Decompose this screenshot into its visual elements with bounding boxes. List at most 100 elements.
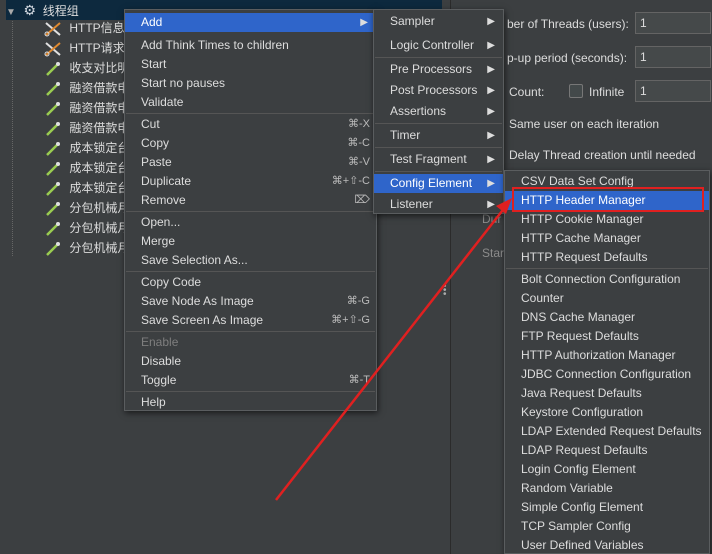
shortcut-label: ⌘-G: [346, 295, 370, 307]
menu-item-label: Save Node As Image: [141, 294, 254, 308]
pipette-icon: [46, 101, 60, 116]
menu-item-label: Pre Processors: [390, 62, 473, 76]
submenu-item-assertions[interactable]: Assertions ▶: [374, 102, 503, 121]
config-item-java-request-defaults[interactable]: Java Request Defaults: [505, 384, 709, 403]
loop-count-input[interactable]: 1: [635, 80, 711, 102]
menu-item-label: Duplicate: [141, 174, 192, 188]
tree-item[interactable]: 分包机械月: [44, 218, 129, 238]
loop-count-label: Count:: [509, 85, 545, 99]
menu-item-label: Remove: [141, 193, 186, 207]
tree-item[interactable]: 收支对比明: [44, 58, 129, 78]
submenu-item-listener[interactable]: Listener ▶: [374, 195, 503, 214]
menu-item-remove[interactable]: Remove ⌦: [125, 191, 376, 210]
menu-item-label: Post Processors: [390, 83, 478, 97]
menu-item-copy[interactable]: Copy ⌘-C: [125, 134, 376, 153]
menu-item-start[interactable]: Start: [125, 55, 376, 74]
menu-item-label: Toggle: [141, 373, 177, 387]
tree-item[interactable]: HTTP信息: [44, 18, 125, 38]
submenu-item-logic-controller[interactable]: Logic Controller ▶: [374, 36, 503, 55]
submenu-item-timer[interactable]: Timer ▶: [374, 126, 503, 145]
config-item-http-cache-manager[interactable]: HTTP Cache Manager: [505, 229, 709, 248]
add-submenu: Sampler ▶ Logic Controller ▶ Pre Processor…: [373, 9, 504, 214]
submenu-item-config-element[interactable]: Config Element ▶: [374, 174, 503, 193]
submenu-item-post-processors[interactable]: Post Processors ▶: [374, 81, 503, 100]
menu-item-save-screen-image[interactable]: Save Screen As Image ⌘+⇧-G: [125, 311, 376, 330]
menu-item-cut[interactable]: Cut ⌘-X: [125, 115, 376, 134]
pipette-icon: [46, 161, 60, 176]
menu-item-paste[interactable]: Paste ⌘-V: [125, 153, 376, 172]
pipette-icon: [46, 241, 60, 256]
menu-item-label: User Defined Variables: [521, 538, 644, 552]
menu-item-add[interactable]: Add ▶: [125, 13, 376, 32]
splitter-handle[interactable]: • • •: [443, 282, 447, 300]
chevron-right-icon: ▶: [487, 178, 495, 189]
tree-item-label: 融资借款申: [69, 101, 130, 115]
config-item-login-config[interactable]: Login Config Element: [505, 460, 709, 479]
config-item-ldap-request-defaults[interactable]: LDAP Request Defaults: [505, 441, 709, 460]
config-item-dns-cache-manager[interactable]: DNS Cache Manager: [505, 308, 709, 327]
submenu-item-sampler[interactable]: Sampler ▶: [374, 12, 503, 31]
tree-item[interactable]: 融资借款申: [44, 118, 129, 138]
chevron-right-icon: ▶: [487, 40, 495, 51]
menu-item-label: Cut: [141, 117, 160, 131]
chevron-right-icon: ▶: [360, 17, 368, 28]
tree-item-label: HTTP信息: [69, 21, 125, 35]
menu-item-label: JDBC Connection Configuration: [521, 367, 692, 381]
tree-item[interactable]: 融资借款申: [44, 78, 129, 98]
menu-item-copy-code[interactable]: Copy Code: [125, 273, 376, 292]
gear-icon: ⚙: [23, 2, 36, 18]
tree-item-label: 融资借款申: [69, 121, 130, 135]
config-item-http-request-defaults[interactable]: HTTP Request Defaults: [505, 248, 709, 267]
tree-item[interactable]: 分包机械月: [44, 198, 129, 218]
menu-item-label: FTP Request Defaults: [521, 329, 639, 343]
duration-label: Dur: [482, 212, 502, 226]
config-item-ldap-extended-defaults[interactable]: LDAP Extended Request Defaults: [505, 422, 709, 441]
menu-item-save-selection[interactable]: Save Selection As...: [125, 251, 376, 270]
chevron-right-icon: ▶: [487, 64, 495, 75]
pipette-icon: [46, 221, 60, 236]
config-item-http-cookie-manager[interactable]: HTTP Cookie Manager: [505, 210, 709, 229]
menu-item-help[interactable]: Help: [125, 393, 376, 412]
submenu-item-pre-processors[interactable]: Pre Processors ▶: [374, 60, 503, 79]
menu-item-label: Config Element: [390, 176, 473, 190]
config-item-keystore[interactable]: Keystore Configuration: [505, 403, 709, 422]
menu-item-start-no-pauses[interactable]: Start no pauses: [125, 74, 376, 93]
menu-item-label: Keystore Configuration: [521, 405, 644, 419]
menu-item-merge[interactable]: Merge: [125, 232, 376, 251]
config-item-simple-config[interactable]: Simple Config Element: [505, 498, 709, 517]
tree-item[interactable]: 成本锁定台: [44, 138, 129, 158]
config-item-http-authorization-manager[interactable]: HTTP Authorization Manager: [505, 346, 709, 365]
expand-arrow-icon[interactable]: ▼: [6, 3, 20, 23]
config-item-ftp-request-defaults[interactable]: FTP Request Defaults: [505, 327, 709, 346]
same-user-label[interactable]: Same user on each iteration: [509, 117, 659, 131]
menu-item-add-think-times[interactable]: Add Think Times to children: [125, 36, 376, 55]
menu-item-label: Validate: [141, 95, 184, 109]
threads-input[interactable]: 1: [635, 12, 711, 34]
shortcut-label: ⌘+⇧-G: [331, 314, 370, 326]
delay-thread-label[interactable]: Delay Thread creation until needed: [509, 148, 696, 162]
tree-item[interactable]: 成本锁定台: [44, 178, 129, 198]
config-item-jdbc-connection[interactable]: JDBC Connection Configuration: [505, 365, 709, 384]
config-item-random-variable[interactable]: Random Variable: [505, 479, 709, 498]
menu-item-toggle[interactable]: Toggle ⌘-T: [125, 371, 376, 390]
rampup-input[interactable]: 1: [635, 46, 711, 68]
infinite-checkbox[interactable]: [569, 84, 583, 98]
menu-item-validate[interactable]: Validate: [125, 93, 376, 112]
menu-item-label: Add Think Times to children: [141, 38, 289, 52]
tree-item[interactable]: 分包机械月: [44, 238, 129, 258]
tree-item[interactable]: 融资借款申: [44, 98, 129, 118]
menu-separator: [126, 211, 375, 212]
menu-item-open[interactable]: Open...: [125, 213, 376, 232]
menu-item-disable[interactable]: Disable: [125, 352, 376, 371]
pipette-icon: [46, 201, 60, 216]
submenu-item-test-fragment[interactable]: Test Fragment ▶: [374, 150, 503, 169]
config-item-user-defined-variables[interactable]: User Defined Variables: [505, 536, 709, 554]
config-item-bolt-connection[interactable]: Bolt Connection Configuration: [505, 270, 709, 289]
menu-item-duplicate[interactable]: Duplicate ⌘+⇧-C: [125, 172, 376, 191]
menu-item-save-node-image[interactable]: Save Node As Image ⌘-G: [125, 292, 376, 311]
tree-item[interactable]: 成本锁定台: [44, 158, 129, 178]
tree-item[interactable]: HTTP请求: [44, 38, 125, 58]
config-item-tcp-sampler-config[interactable]: TCP Sampler Config: [505, 517, 709, 536]
config-item-counter[interactable]: Counter: [505, 289, 709, 308]
menu-item-label: Copy: [141, 136, 170, 150]
